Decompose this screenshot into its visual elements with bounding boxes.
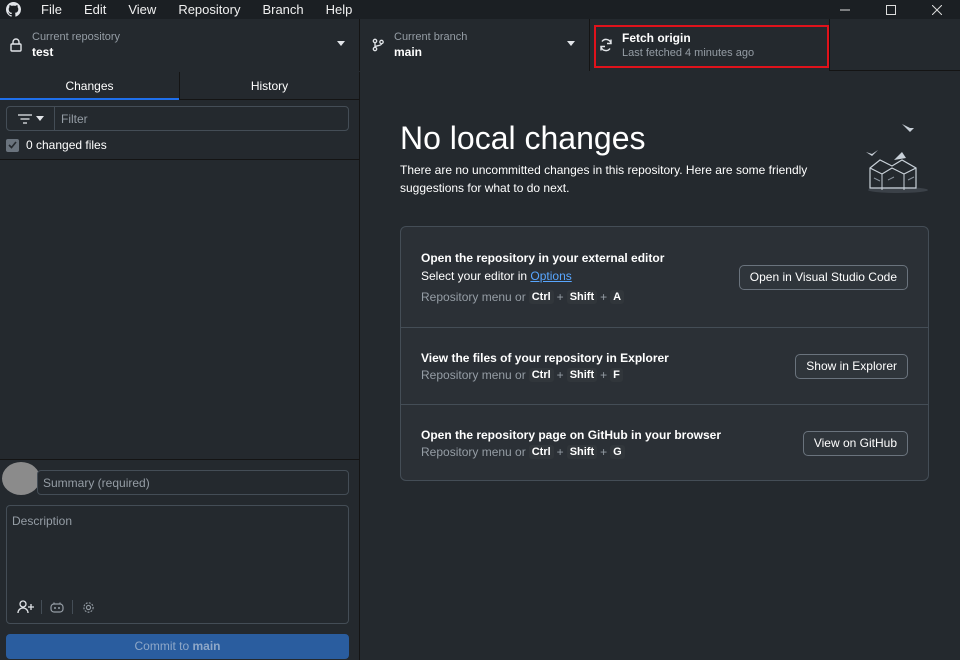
- options-link[interactable]: Options: [530, 269, 571, 283]
- avatar: [2, 462, 40, 495]
- repository-name: test: [32, 45, 54, 59]
- main-panel: No local changes There are no uncommitte…: [361, 72, 960, 660]
- maximize-icon[interactable]: [868, 0, 914, 19]
- minimize-icon[interactable]: [822, 0, 868, 19]
- menu-branch[interactable]: Branch: [251, 0, 314, 19]
- card-title: Open the repository in your external edi…: [421, 251, 665, 265]
- description-input[interactable]: [7, 506, 348, 592]
- shortcut-hint: Repository menu or Ctrl + Shift + A: [421, 290, 625, 304]
- description-toolbar: [15, 597, 99, 617]
- suggestion-explorer: View the files of your repository in Exp…: [401, 327, 928, 404]
- current-branch-dropdown[interactable]: Current branch main: [360, 19, 590, 71]
- suggestions-list: Open the repository in your external edi…: [400, 226, 929, 481]
- divider: [72, 600, 73, 614]
- github-logo-icon: [0, 0, 26, 19]
- chevron-down-icon: [337, 41, 345, 46]
- lock-icon: [8, 37, 24, 53]
- sidebar: Changes History 0 changed files: [0, 72, 360, 660]
- changed-files-row: 0 changed files: [6, 138, 107, 152]
- tab-history[interactable]: History: [179, 72, 359, 99]
- key-g: G: [610, 445, 625, 459]
- filter-options-button[interactable]: [7, 107, 55, 130]
- window-controls: [822, 0, 960, 19]
- menu-help[interactable]: Help: [315, 0, 364, 19]
- menu-view[interactable]: View: [117, 0, 167, 19]
- intro-text: There are no uncommitted changes in this…: [400, 163, 808, 195]
- menu-bar: File Edit View Repository Branch Help: [30, 0, 363, 19]
- gear-icon[interactable]: [77, 597, 99, 617]
- key-f: F: [610, 368, 623, 382]
- suggestion-editor: Open the repository in your external edi…: [401, 227, 928, 327]
- select-all-checkbox[interactable]: [6, 138, 19, 152]
- shortcut-prefix: Repository menu or: [421, 368, 526, 382]
- divider: [41, 600, 42, 614]
- commit-prefix: Commit to: [134, 639, 193, 653]
- filter-bar: [6, 106, 349, 131]
- copilot-icon[interactable]: [46, 597, 68, 617]
- title-bar: File Edit View Repository Branch Help: [0, 0, 960, 19]
- repository-label: Current repository: [32, 31, 121, 43]
- branch-label: Current branch: [394, 31, 468, 43]
- illustration-icon: [856, 120, 936, 200]
- shortcut-prefix: Repository menu or: [421, 290, 526, 304]
- summary-input[interactable]: [37, 470, 349, 495]
- shortcut-hint: Repository menu or Ctrl + Shift + G: [421, 445, 625, 459]
- close-icon[interactable]: [914, 0, 960, 19]
- sidebar-tabs: Changes History: [0, 72, 359, 100]
- sync-icon: [598, 37, 614, 53]
- menu-file[interactable]: File: [30, 0, 73, 19]
- key-shift: Shift: [566, 290, 598, 304]
- open-in-editor-button[interactable]: Open in Visual Studio Code: [738, 265, 908, 290]
- chevron-down-icon: [567, 41, 575, 46]
- key-shift: Shift: [566, 368, 598, 382]
- shortcut-hint: Repository menu or Ctrl + Shift + F: [421, 368, 623, 382]
- key-ctrl: Ctrl: [528, 290, 554, 304]
- branch-icon: [370, 37, 386, 53]
- key-ctrl: Ctrl: [528, 445, 554, 459]
- toolbar: Current repository test Current branch m…: [0, 19, 960, 71]
- fetch-origin-button[interactable]: Fetch origin Last fetched 4 minutes ago: [590, 19, 830, 71]
- filter-input[interactable]: [55, 107, 348, 130]
- card-title: Open the repository page on GitHub in yo…: [421, 428, 722, 442]
- key-shift: Shift: [566, 445, 598, 459]
- commit-branch: main: [192, 639, 221, 653]
- view-on-github-button[interactable]: View on GitHub: [802, 431, 908, 456]
- divider: [0, 459, 360, 460]
- fetch-title: Fetch origin: [622, 31, 691, 45]
- menu-repository[interactable]: Repository: [167, 0, 251, 19]
- menu-edit[interactable]: Edit: [73, 0, 117, 19]
- suggestion-github: Open the repository page on GitHub in yo…: [401, 404, 928, 481]
- card-title: View the files of your repository in Exp…: [421, 351, 669, 365]
- commit-button[interactable]: Commit to main: [6, 634, 349, 659]
- fetch-status: Last fetched 4 minutes ago: [622, 47, 755, 59]
- shortcut-prefix: Repository menu or: [421, 445, 526, 459]
- current-repository-dropdown[interactable]: Current repository test: [0, 19, 360, 71]
- filter-icon: [17, 113, 32, 124]
- card-subtitle: Select your editor in Options: [421, 269, 572, 283]
- card-subtitle-text: Select your editor in: [421, 269, 531, 283]
- changed-files-count: 0 changed files: [26, 138, 107, 152]
- description-box: [6, 505, 349, 624]
- chevron-down-icon: [35, 116, 44, 121]
- branch-name: main: [394, 45, 423, 59]
- page-title: No local changes: [400, 120, 646, 156]
- divider: [0, 159, 360, 160]
- key-a: A: [610, 290, 625, 304]
- key-ctrl: Ctrl: [528, 368, 554, 382]
- add-coauthor-icon[interactable]: [15, 597, 37, 617]
- tab-changes[interactable]: Changes: [0, 72, 179, 100]
- show-in-explorer-button[interactable]: Show in Explorer: [795, 354, 908, 379]
